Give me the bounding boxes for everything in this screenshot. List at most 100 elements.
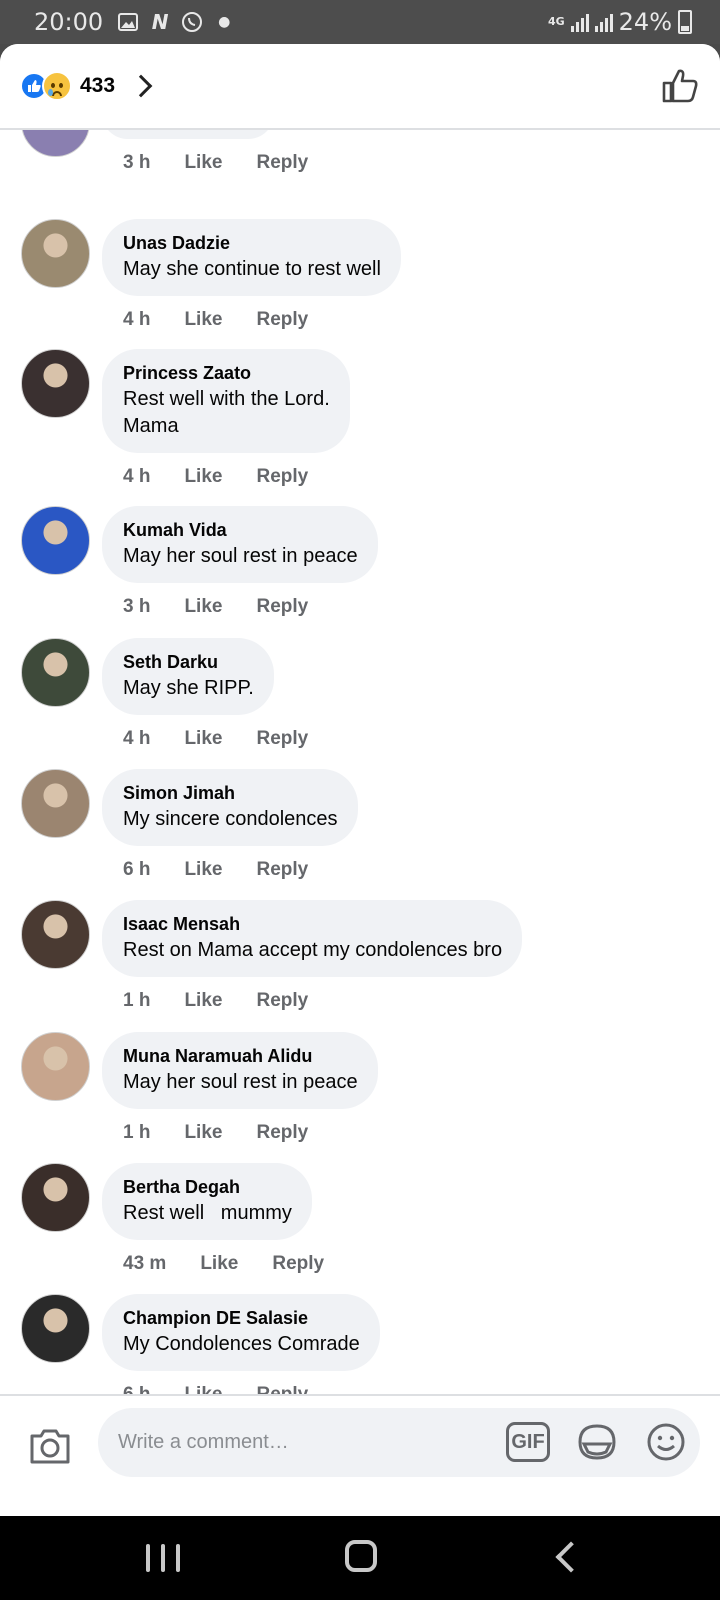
avatar[interactable] <box>21 769 90 838</box>
sad-reaction-icon <box>42 71 72 101</box>
camera-icon[interactable] <box>28 1426 72 1466</box>
gallery-icon <box>117 11 139 33</box>
comment-timestamp: 4 h <box>123 466 151 487</box>
comment-author[interactable]: Muna Naramuah Alidu <box>123 1043 358 1069</box>
comment-like-button[interactable]: Like <box>184 596 222 618</box>
reactions-header[interactable]: 433 <box>0 44 720 130</box>
comment-author[interactable]: Isaac Mensah <box>123 911 502 937</box>
comment-reply-button[interactable]: Reply <box>256 1384 308 1394</box>
comment-bubble[interactable]: Kumah Vida May her soul rest in peace <box>102 506 378 583</box>
comment-bubble[interactable]: Princess Zaato Rest well with the Lord. M… <box>102 349 350 453</box>
comment-author[interactable]: Seth Darku <box>123 649 254 675</box>
comment-text: May her soul rest in peace <box>123 545 358 567</box>
comment-bubble[interactable]: Muna Naramuah Alidu May her soul rest in … <box>102 1032 378 1109</box>
comment-reply-button[interactable]: Reply <box>256 859 308 881</box>
avatar[interactable] <box>21 638 90 707</box>
comment-input[interactable] <box>118 1431 478 1454</box>
comment-timestamp: 6 h <box>123 1384 150 1394</box>
comment-author[interactable]: Unas Dadzie <box>123 230 381 256</box>
comment-text: Rest on Mama accept my condolences bro <box>123 939 503 961</box>
whatsapp-icon <box>181 11 203 33</box>
comment-author[interactable]: Bertha Degah <box>123 1174 292 1200</box>
comment-timestamp: 4 h <box>123 728 151 749</box>
recent-apps-button[interactable] <box>146 1544 180 1572</box>
comment-reply-button[interactable]: Reply <box>256 990 308 1012</box>
signal-icon <box>594 12 613 32</box>
comment-text: My Condolences Comrade <box>123 1333 360 1355</box>
comment-timestamp: 1 h <box>123 990 151 1011</box>
dot-icon: ● <box>218 14 231 30</box>
avatar[interactable] <box>21 900 90 969</box>
comment-like-button[interactable]: Like <box>184 152 222 174</box>
status-bar: 20:00 N ● 4G 24% <box>0 0 720 44</box>
comment-text: May she continue to rest well <box>123 258 381 280</box>
avatar[interactable] <box>21 1032 90 1101</box>
comment-reply-button[interactable]: Reply <box>256 728 308 750</box>
reaction-count: 433 <box>80 74 116 97</box>
comment-text: Rest well with the Lord. Mama <box>123 388 330 437</box>
home-button[interactable] <box>345 1540 377 1572</box>
comment-like-button[interactable]: Like <box>184 990 222 1012</box>
comment-actions: 43 m Like Reply <box>123 1253 358 1275</box>
comment-like-button[interactable]: Like <box>184 859 222 881</box>
comment-actions: 3 h Like Reply <box>123 152 342 174</box>
avatar[interactable] <box>21 1294 90 1363</box>
comment-timestamp: 4 h <box>123 309 151 330</box>
emoji-icon[interactable] <box>646 1422 686 1462</box>
comment-bubble[interactable]: Bertha Degah Rest well mummy <box>102 1163 312 1240</box>
like-post-button[interactable] <box>660 66 700 106</box>
comment-reply-button[interactable]: Reply <box>272 1253 324 1275</box>
network-type: 4G <box>547 15 565 28</box>
gif-button[interactable]: GIF <box>506 1422 550 1462</box>
comment-author[interactable]: Princess Zaato <box>123 360 330 386</box>
comment-author[interactable]: Champion DE Salasie <box>123 1305 360 1331</box>
comment-reply-button[interactable]: Reply <box>256 596 308 618</box>
comment-like-button[interactable]: Like <box>184 466 222 488</box>
comment-actions: 4 h Like Reply <box>123 728 342 750</box>
comment-text: Rest well mummy <box>123 1202 292 1224</box>
avatar[interactable] <box>21 506 90 575</box>
battery-icon <box>678 10 692 34</box>
sticker-icon[interactable] <box>576 1422 618 1462</box>
comment-actions: 3 h Like Reply <box>123 596 342 618</box>
comment-timestamp: 6 h <box>123 859 151 880</box>
comment-list[interactable]: Rest well mum3 hLikeReplyUnas DadzieMay … <box>0 130 720 1394</box>
comment-reply-button[interactable]: Reply <box>256 466 308 488</box>
back-button[interactable] <box>555 1541 587 1573</box>
chevron-right-icon[interactable] <box>129 74 153 98</box>
avatar[interactable] <box>21 219 90 288</box>
status-time: 20:00 <box>34 8 104 36</box>
comment-like-button[interactable]: Like <box>184 728 222 750</box>
comment-composer: GIF <box>0 1394 720 1516</box>
comment-like-button[interactable]: Like <box>200 1253 238 1275</box>
comment-reply-button[interactable]: Reply <box>256 309 308 331</box>
comment-like-button[interactable]: Like <box>184 309 222 331</box>
comment-text: My sincere condolences <box>123 808 338 830</box>
comment-bubble[interactable]: Simon Jimah My sincere condolences <box>102 769 358 846</box>
comment-author[interactable]: Simon Jimah <box>123 780 338 806</box>
avatar[interactable] <box>21 130 90 157</box>
comment-like-button[interactable]: Like <box>184 1122 222 1144</box>
comment-actions: 4 h Like Reply <box>123 466 342 488</box>
comment-bubble[interactable]: Rest well mum <box>102 130 275 139</box>
avatar[interactable] <box>21 1163 90 1232</box>
system-nav-bar <box>0 1516 720 1600</box>
comment-text: May she RIPP. <box>123 677 254 699</box>
comment-timestamp: 3 h <box>123 596 151 617</box>
comment-text: May her soul rest in peace <box>123 1071 358 1093</box>
avatar[interactable] <box>21 349 90 418</box>
comment-reply-button[interactable]: Reply <box>256 1122 308 1144</box>
comment-like-button[interactable]: Like <box>184 1384 222 1394</box>
comment-actions: 6 h Like Reply <box>123 1384 342 1394</box>
comment-actions: 1 h Like Reply <box>123 1122 342 1144</box>
comment-reply-button[interactable]: Reply <box>256 152 308 174</box>
comment-bubble[interactable]: Seth Darku May she RIPP. <box>102 638 274 715</box>
comment-author[interactable]: Kumah Vida <box>123 517 358 543</box>
comment-timestamp: 3 h <box>123 152 151 173</box>
comment-timestamp: 43 m <box>123 1253 167 1274</box>
comment-bubble[interactable]: Isaac Mensah Rest on Mama accept my condo… <box>102 900 523 977</box>
signal-icon <box>570 12 589 32</box>
comment-bubble[interactable]: Champion DE Salasie My Condolences Comrad… <box>102 1294 380 1371</box>
comment-actions: 6 h Like Reply <box>123 859 342 881</box>
comment-bubble[interactable]: Unas Dadzie May she continue to rest well <box>102 219 401 296</box>
